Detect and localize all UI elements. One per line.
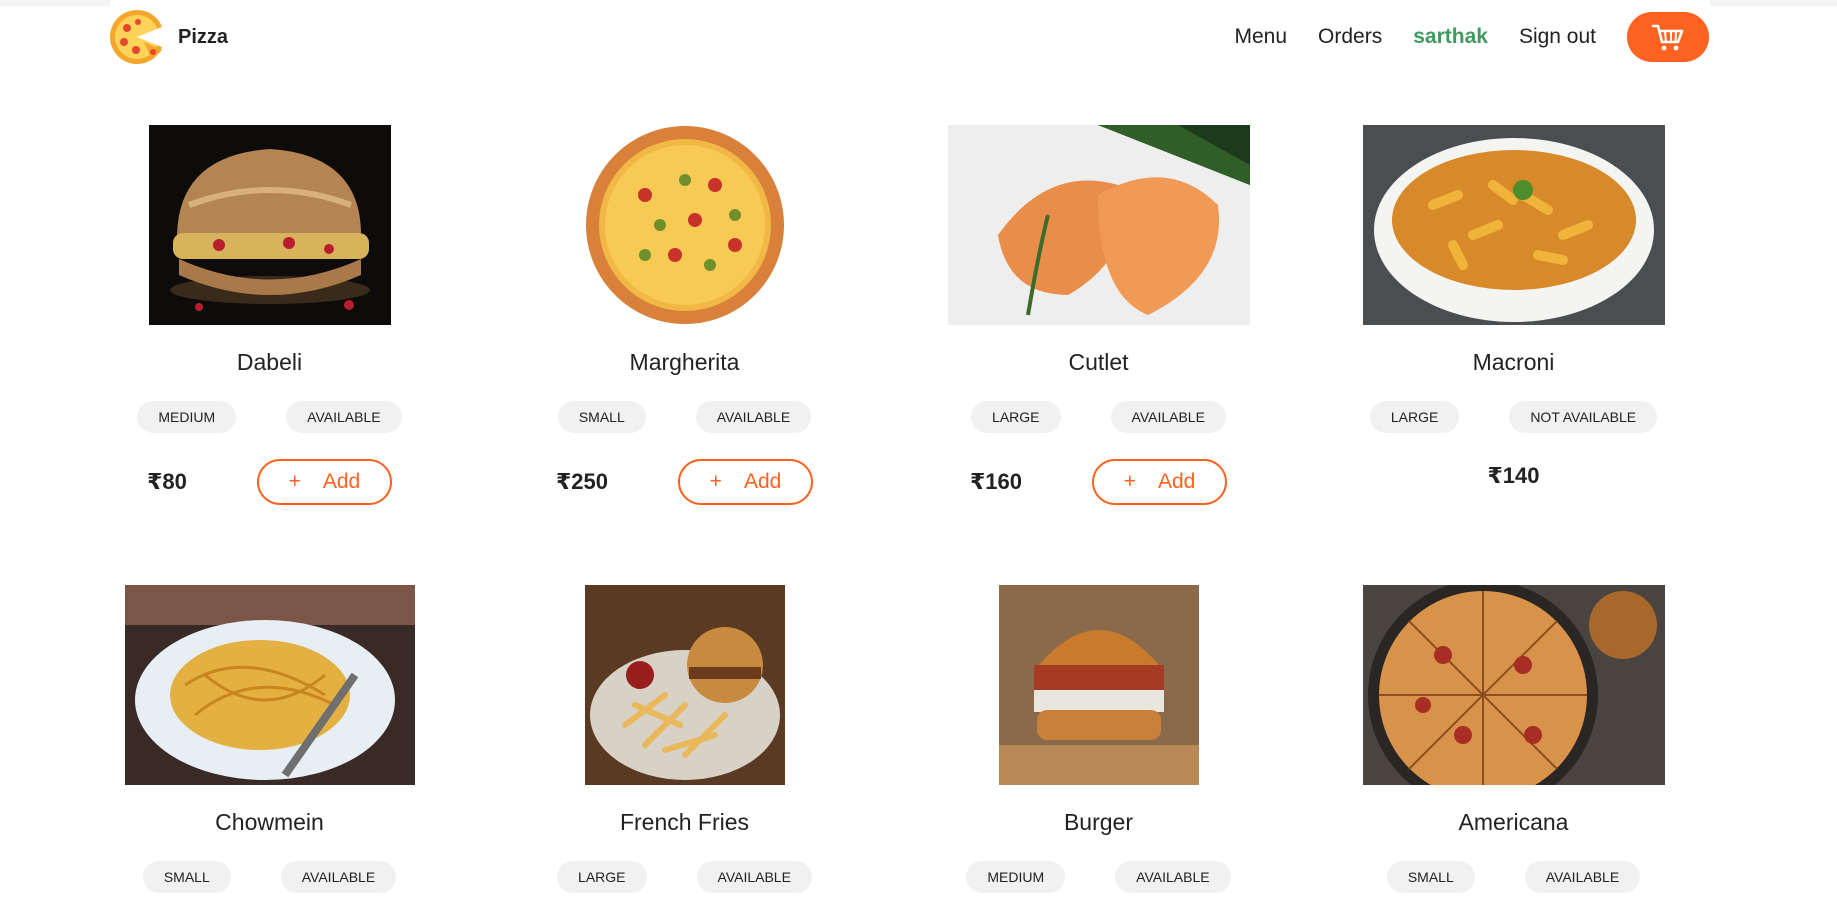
burger-image	[998, 585, 1199, 785]
margherita-image	[584, 125, 785, 325]
status-badge: AVAILABLE	[1115, 861, 1231, 893]
item-price: ₹140	[1487, 463, 1540, 488]
status-badge: AVAILABLE	[1524, 861, 1641, 893]
macroni-image	[1362, 125, 1665, 325]
size-badge: MEDIUM	[966, 861, 1066, 893]
menu-card-chowmein: Chowmein SMALL AVAILABLE	[62, 585, 477, 893]
menu-card-dabeli: Dabeli MEDIUM AVAILABLE ₹80 + Add	[62, 125, 477, 505]
nav-signout-link[interactable]: Sign out	[1519, 25, 1596, 49]
cart-icon	[1651, 24, 1684, 51]
nav-links: Menu Orders sarthak Sign out	[1235, 12, 1709, 62]
add-label: Add	[743, 470, 782, 493]
cutlet-image	[947, 125, 1250, 325]
item-price: ₹160	[969, 469, 1022, 494]
add-to-cart-button[interactable]: + Add	[256, 459, 392, 505]
menu-card-burger: Burger MEDIUM AVAILABLE	[891, 585, 1306, 893]
menu-card-macroni: Macroni LARGE NOT AVAILABLE ₹140	[1306, 125, 1721, 499]
size-badge: SMALL	[557, 401, 646, 433]
add-label: Add	[1157, 470, 1196, 493]
status-badge: AVAILABLE	[1110, 401, 1226, 433]
menu-card-americana: Americana SMALL AVAILABLE	[1306, 585, 1721, 893]
size-badge: LARGE	[971, 401, 1061, 433]
pizza-logo-icon	[110, 10, 164, 64]
item-name: Burger	[1063, 809, 1134, 835]
status-badge: AVAILABLE	[695, 401, 812, 433]
brand-logo[interactable]: Pizza	[108, 8, 228, 66]
dabeli-image	[148, 125, 391, 325]
nav-orders-link[interactable]: Orders	[1318, 25, 1382, 49]
item-name: Dabeli	[236, 349, 303, 375]
menu-card-margherita: Margherita SMALL AVAILABLE ₹250 + Add	[477, 125, 892, 505]
plus-icon: +	[1123, 470, 1136, 493]
menu-card-french-fries: French Fries LARGE AVAILABLE	[477, 585, 892, 893]
status-badge: AVAILABLE	[280, 861, 397, 893]
item-name: French Fries	[619, 809, 750, 835]
navbar: Pizza Menu Orders sarthak Sign out	[0, 0, 1837, 74]
item-name: Margherita	[629, 349, 740, 375]
french-fries-image	[584, 585, 785, 785]
plus-icon: +	[288, 470, 301, 493]
status-badge: AVAILABLE	[696, 861, 812, 893]
plus-icon: +	[709, 470, 722, 493]
size-badge: LARGE	[557, 861, 647, 893]
item-price: ₹80	[147, 469, 187, 494]
size-badge: SMALL	[142, 861, 231, 893]
status-badge: NOT AVAILABLE	[1509, 401, 1658, 433]
item-name: Macroni	[1472, 349, 1555, 375]
item-price: ₹250	[555, 469, 608, 494]
menu-card-cutlet: Cutlet LARGE AVAILABLE ₹160 + Add	[891, 125, 1306, 505]
item-name: Cutlet	[1068, 349, 1129, 375]
status-badge: AVAILABLE	[286, 401, 402, 433]
nav-menu-link[interactable]: Menu	[1235, 25, 1288, 49]
size-badge: MEDIUM	[137, 401, 237, 433]
size-badge: SMALL	[1386, 861, 1475, 893]
item-name: Chowmein	[215, 809, 324, 835]
size-badge: LARGE	[1369, 401, 1460, 433]
nav-user-link[interactable]: sarthak	[1413, 25, 1488, 49]
chowmein-image	[124, 585, 415, 785]
add-to-cart-button[interactable]: + Add	[1092, 459, 1227, 505]
add-to-cart-button[interactable]: + Add	[678, 459, 813, 505]
brand-name: Pizza	[178, 25, 229, 48]
item-name: Americana	[1458, 809, 1569, 835]
americana-image	[1362, 585, 1665, 785]
add-label: Add	[322, 470, 361, 493]
cart-button[interactable]	[1627, 12, 1709, 62]
